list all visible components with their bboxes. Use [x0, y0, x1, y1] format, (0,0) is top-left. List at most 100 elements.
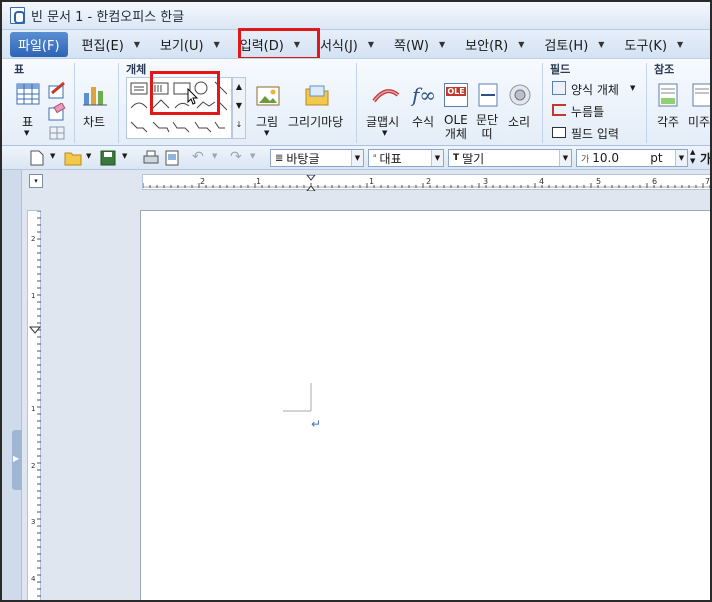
print-preview-icon[interactable]: [164, 150, 180, 166]
chevron-down-icon[interactable]: ▼: [212, 152, 217, 160]
vertical-ruler-ticks: 2 1 1 2 3 4: [28, 210, 42, 597]
menu-edit[interactable]: 편집(E) ▼: [82, 35, 154, 54]
menu-review[interactable]: 검토(H) ▼: [544, 35, 618, 54]
ole-icon-label: OLE: [446, 87, 466, 96]
footnote-button[interactable]: 각주: [657, 113, 679, 130]
menu-tools[interactable]: 도구(K) ▼: [624, 35, 697, 54]
ole-button-line2: 개체: [444, 127, 467, 141]
ribbon: 표 개체 필드 참조 표 ▼ 차트 ▲ ▼ ↓ 그림 ▼ 그리기마당 글맵시 ▼…: [2, 58, 710, 146]
chevron-down-icon[interactable]: ▼: [134, 40, 140, 49]
undo-icon[interactable]: ↶: [192, 149, 204, 165]
horizontal-ruler-ticks: 2 1 1 2 3 4 5 6 7: [142, 174, 710, 192]
font-size-stepper[interactable]: ▲ ▼: [690, 148, 695, 166]
field-input-button[interactable]: 필드 입력: [571, 125, 619, 142]
menu-page-label: 쪽(W): [394, 38, 429, 54]
vruler-label: 3: [31, 518, 35, 526]
chevron-down-icon[interactable]: ▼: [122, 152, 127, 160]
chevron-down-icon[interactable]: ▼: [382, 129, 387, 137]
folder-icon[interactable]: [304, 83, 330, 107]
speaker-icon[interactable]: [508, 83, 532, 107]
chevron-down-icon[interactable]: ▼: [250, 152, 255, 160]
chevron-down-icon[interactable]: ▼: [439, 40, 445, 49]
document-page[interactable]: ↵: [140, 210, 710, 600]
chevron-down-icon[interactable]: ▼: [351, 150, 363, 166]
menu-tools-label: 도구(K): [624, 38, 668, 54]
table-icon[interactable]: [16, 83, 40, 105]
footnote-icon[interactable]: [658, 83, 678, 107]
ole-icon[interactable]: OLE: [444, 83, 468, 107]
menu-file[interactable]: 파일(F): [10, 31, 68, 57]
push-button-icon[interactable]: [552, 104, 566, 116]
wordart-button[interactable]: 글맵시: [366, 113, 399, 130]
vruler-label: 1: [31, 405, 35, 413]
menu-page[interactable]: 쪽(W) ▼: [394, 35, 459, 54]
paragraph-band-button[interactable]: 문단 띠: [476, 113, 498, 141]
chart-button[interactable]: 차트: [83, 113, 105, 130]
form-object-button[interactable]: 양식 개체: [571, 81, 619, 98]
chevron-down-icon[interactable]: ▼: [233, 101, 245, 110]
push-button-button[interactable]: 누름틀: [571, 103, 604, 120]
chevron-down-icon[interactable]: ▼: [368, 40, 374, 49]
wordart-icon[interactable]: [372, 83, 400, 107]
chevron-down-icon[interactable]: ▼: [598, 40, 604, 49]
endnote-button[interactable]: 미주: [688, 113, 710, 130]
bold-button[interactable]: 가: [700, 150, 710, 167]
hruler-label: 4: [539, 177, 544, 186]
window-title: 빈 문서 1 - 한컴오피스 한글: [31, 10, 185, 25]
field-input-icon[interactable]: [552, 127, 566, 138]
font-size-field[interactable]: 가 10.0 pt ▼: [576, 149, 688, 167]
chevron-right-icon[interactable]: ▶: [13, 454, 19, 463]
paragraph-band-icon[interactable]: [478, 83, 498, 107]
ruler-corner-button[interactable]: ▾: [29, 174, 43, 188]
print-icon[interactable]: [142, 150, 160, 166]
eraser-table-icon[interactable]: [48, 103, 66, 121]
chevron-down-icon[interactable]: ▼: [50, 152, 55, 160]
equation-icon[interactable]: f∞: [412, 83, 436, 107]
chevron-down-icon[interactable]: ▼: [86, 152, 91, 160]
chevron-down-icon[interactable]: ▼: [559, 150, 571, 166]
chevron-down-icon[interactable]: ▼: [518, 40, 524, 49]
bar-chart-icon[interactable]: [82, 83, 108, 107]
vertical-ruler[interactable]: 2 1 1 2 3 4: [27, 210, 42, 600]
style-select[interactable]: ≣ 바탕글 ▼: [270, 149, 364, 167]
drawing-gallery-button[interactable]: 그리기마당: [288, 113, 343, 130]
highlight-shapes: [150, 71, 220, 115]
menu-view[interactable]: 보기(U) ▼: [160, 35, 234, 54]
equation-button[interactable]: 수식: [412, 113, 434, 130]
font-select[interactable]: T 딸기 ▼: [448, 149, 572, 167]
menu-security[interactable]: 보안(R) ▼: [465, 35, 538, 54]
picture-icon[interactable]: [256, 85, 280, 107]
chevron-down-icon[interactable]: ▼: [214, 40, 220, 49]
pencil-table-icon[interactable]: [48, 81, 66, 99]
sound-button[interactable]: 소리: [508, 113, 530, 130]
paragraph-band-line1: 문단: [476, 113, 499, 127]
highlight-insert-menu: [238, 28, 320, 60]
chevron-down-icon[interactable]: ▼: [24, 129, 29, 137]
endnote-icon[interactable]: [692, 83, 712, 107]
hancom-app-icon[interactable]: [10, 7, 25, 24]
form-object-icon[interactable]: [552, 81, 566, 95]
font-language-select[interactable]: ᵃ 대표 ▼: [368, 149, 444, 167]
chevron-down-icon[interactable]: ▼: [677, 40, 683, 49]
save-icon[interactable]: [100, 150, 116, 166]
open-folder-icon[interactable]: [64, 150, 82, 166]
gallery-expand-icon[interactable]: ↓: [233, 120, 245, 129]
indent-marker-top[interactable]: [305, 174, 317, 181]
group-label-object: 개체: [126, 63, 147, 76]
chevron-up-icon[interactable]: ▲: [233, 82, 245, 91]
picture-button[interactable]: 그림: [256, 113, 278, 130]
chevron-down-icon[interactable]: ▼: [630, 84, 635, 92]
chevron-down-icon[interactable]: ▼: [675, 150, 687, 166]
redo-icon[interactable]: ↷: [230, 149, 242, 165]
chevron-down-icon[interactable]: ▼: [264, 129, 269, 137]
horizontal-ruler[interactable]: 2 1 1 2 3 4 5 6 7: [142, 174, 710, 192]
ole-button[interactable]: OLE 개체: [444, 113, 468, 141]
font-language-value: 대표: [379, 151, 402, 166]
chevron-down-icon[interactable]: ▼: [431, 150, 443, 166]
formatting-toolbar: ▼ ▼ ▼ ↶ ▼ ↷ ▼ ≣ 바탕글 ▼ ᵃ 대표 ▼ T 딸기 ▼ 가 10…: [2, 146, 710, 170]
gallery-scrollbar[interactable]: ▲ ▼ ↓: [232, 77, 246, 139]
table-button[interactable]: 표: [22, 113, 33, 130]
grid-table-icon[interactable]: [48, 125, 66, 141]
new-document-icon[interactable]: [30, 150, 44, 166]
menu-format[interactable]: 서식(J) ▼: [320, 35, 388, 54]
